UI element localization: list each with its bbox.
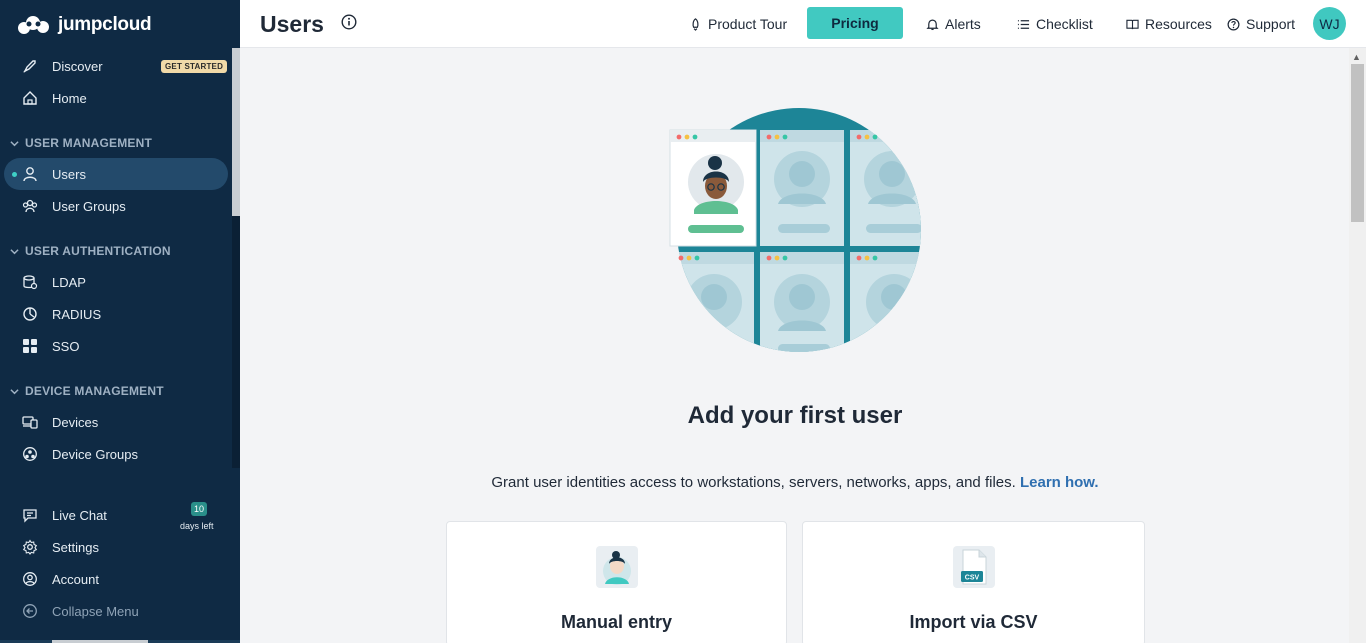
radius-icon bbox=[23, 307, 37, 321]
info-icon[interactable] bbox=[341, 14, 357, 30]
learn-how-link[interactable]: Learn how. bbox=[1020, 474, 1099, 491]
page-title: Users bbox=[260, 11, 324, 37]
chevron-down-icon bbox=[10, 140, 19, 146]
scroll-up-arrow-icon[interactable]: ▲ bbox=[1352, 52, 1361, 62]
users-illustration bbox=[669, 108, 921, 352]
sidebar-item-device-groups[interactable]: Device Groups bbox=[4, 438, 228, 470]
card-title: Import via CSV bbox=[909, 612, 1038, 632]
sidebar-item-users[interactable]: Users bbox=[4, 158, 228, 190]
sidebar-scrollbar-thumb[interactable] bbox=[232, 48, 240, 216]
section-user-authentication[interactable]: USER AUTHENTICATION bbox=[10, 244, 171, 258]
user-avatar[interactable]: WJ bbox=[1313, 7, 1346, 40]
help-icon bbox=[1227, 18, 1240, 30]
sidebar-item-label: Users bbox=[52, 166, 86, 182]
book-icon bbox=[1126, 19, 1139, 29]
support-label: Support bbox=[1246, 16, 1296, 32]
manual-entry-card[interactable]: Manual entry bbox=[446, 521, 787, 643]
sidebar-item-account[interactable]: Account bbox=[4, 563, 228, 595]
main-scrollbar-thumb[interactable] bbox=[1351, 64, 1364, 222]
account-icon bbox=[23, 572, 37, 586]
sidebar-item-settings[interactable]: Settings bbox=[4, 531, 228, 563]
bell-icon bbox=[926, 19, 939, 30]
sidebar-item-label: SSO bbox=[52, 338, 80, 354]
resources-button[interactable]: Resources bbox=[1126, 12, 1212, 36]
sidebar-item-label: Home bbox=[52, 90, 87, 106]
get-started-badge[interactable]: GET STARTED bbox=[161, 60, 228, 73]
section-label: DEVICE MANAGEMENT bbox=[25, 384, 164, 398]
top-header: Users Product Tour Pricing Alerts Checkl… bbox=[240, 0, 1366, 48]
chat-icon bbox=[23, 509, 37, 523]
csv-file-icon: CSV bbox=[952, 546, 995, 588]
sidebar-item-label: Live Chat bbox=[52, 507, 107, 523]
user-add-icon bbox=[595, 546, 638, 588]
sidebar-item-label: User Groups bbox=[52, 198, 126, 214]
sidebar-item-label: Device Groups bbox=[52, 446, 138, 462]
section-label: USER AUTHENTICATION bbox=[25, 244, 171, 258]
chevron-down-icon bbox=[10, 388, 19, 394]
sidebar-item-user-groups[interactable]: User Groups bbox=[4, 190, 228, 222]
alerts-label: Alerts bbox=[945, 16, 981, 32]
resources-label: Resources bbox=[1145, 16, 1212, 32]
jumpcloud-logo[interactable]: jumpcloud bbox=[16, 12, 152, 38]
sidebar-item-home[interactable]: Home bbox=[4, 82, 228, 114]
sidebar-item-sso[interactable]: SSO bbox=[4, 330, 228, 362]
sidebar-item-label: Discover bbox=[52, 58, 103, 74]
cloud-logo-icon bbox=[18, 16, 49, 34]
sidebar-item-label: Settings bbox=[52, 539, 99, 555]
support-button[interactable]: Support bbox=[1227, 12, 1295, 36]
trial-days-badge: 10 bbox=[191, 502, 207, 516]
gear-icon bbox=[22, 539, 38, 555]
active-indicator bbox=[12, 172, 17, 177]
card-title: Manual entry bbox=[560, 612, 673, 632]
database-icon bbox=[23, 275, 38, 290]
sidebar-item-label: Account bbox=[52, 571, 99, 587]
description-text: Grant user identities access to workstat… bbox=[491, 474, 1016, 491]
sidebar-item-label: Collapse Menu bbox=[52, 603, 139, 619]
collapse-arrow-icon bbox=[23, 604, 37, 618]
empty-state-description: Grant user identities access to workstat… bbox=[380, 474, 1210, 491]
pricing-button[interactable]: Pricing bbox=[807, 7, 903, 39]
sidebar-item-label: RADIUS bbox=[52, 306, 102, 322]
devices-icon bbox=[22, 416, 38, 429]
brand-name: jumpcloud bbox=[58, 14, 152, 35]
checklist-label: Checklist bbox=[1036, 16, 1093, 32]
device-group-icon bbox=[23, 447, 37, 461]
sidebar-item-label: LDAP bbox=[52, 274, 86, 290]
section-label: USER MANAGEMENT bbox=[25, 136, 153, 150]
user-icon bbox=[23, 167, 37, 182]
csv-icon-text: CSV bbox=[964, 575, 979, 582]
sidebar-item-radius[interactable]: RADIUS bbox=[4, 298, 228, 330]
empty-state-heading: Add your first user bbox=[687, 402, 903, 429]
product-tour-label: Product Tour bbox=[708, 16, 788, 32]
product-tour-button[interactable]: Product Tour bbox=[689, 12, 787, 36]
trial-days-label: days left bbox=[180, 521, 214, 531]
section-user-management[interactable]: USER MANAGEMENT bbox=[10, 136, 152, 150]
section-device-management[interactable]: DEVICE MANAGEMENT bbox=[10, 384, 164, 398]
import-csv-card[interactable]: CSV Import via CSV bbox=[802, 521, 1145, 643]
collapse-menu-button[interactable]: Collapse Menu bbox=[4, 595, 228, 627]
sidebar-item-ldap[interactable]: LDAP bbox=[4, 266, 228, 298]
rocket-icon bbox=[23, 60, 36, 73]
checklist-button[interactable]: Checklist bbox=[1017, 12, 1093, 36]
alerts-button[interactable]: Alerts bbox=[926, 12, 981, 36]
user-group-icon bbox=[22, 199, 38, 213]
sidebar: jumpcloud Discover GET STARTED Home USER… bbox=[0, 0, 240, 643]
sidebar-item-label: Devices bbox=[52, 414, 99, 430]
app-grid-icon bbox=[23, 339, 37, 353]
chevron-down-icon bbox=[10, 248, 19, 254]
rocket-icon bbox=[692, 17, 699, 31]
list-icon bbox=[1017, 19, 1030, 29]
home-icon bbox=[23, 91, 37, 105]
sidebar-item-devices[interactable]: Devices bbox=[4, 406, 228, 438]
